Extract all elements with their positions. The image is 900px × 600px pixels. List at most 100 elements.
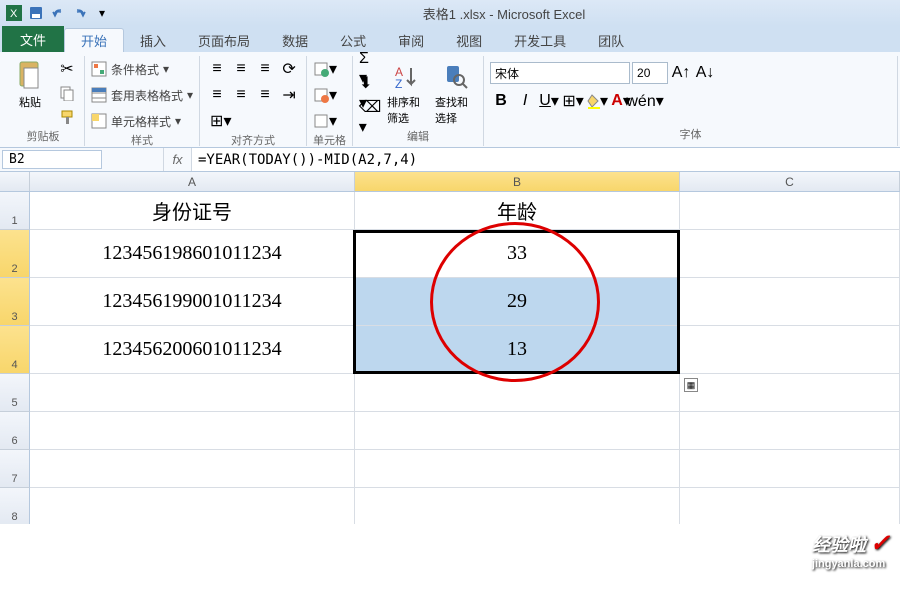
- row-header-3[interactable]: 3: [0, 278, 30, 326]
- row-header-8[interactable]: 8: [0, 488, 30, 524]
- row-header-7[interactable]: 7: [0, 450, 30, 488]
- editing-label: 编辑: [359, 128, 477, 146]
- italic-icon[interactable]: I: [514, 90, 536, 112]
- cell-B6[interactable]: [355, 412, 680, 450]
- group-cells: ▾ ▾ ▾ 单元格: [307, 56, 353, 146]
- excel-icon[interactable]: X: [4, 3, 24, 23]
- cell-A5[interactable]: [30, 374, 355, 412]
- row-header-1[interactable]: 1: [0, 192, 30, 230]
- table-format-button[interactable]: 套用表格格式 ▾: [91, 84, 193, 106]
- delete-cells-icon[interactable]: ▾: [313, 84, 337, 106]
- cell-A3[interactable]: 123456199001011234: [30, 278, 355, 326]
- ribbon-tabs: 文件 开始 插入 页面布局 数据 公式 审阅 视图 开发工具 团队: [0, 26, 900, 52]
- row-header-6[interactable]: 6: [0, 412, 30, 450]
- font-size-select[interactable]: [632, 62, 668, 84]
- ribbon: 粘贴 ✂ 剪贴板 条件格式 ▾ 套用表格格式 ▾ 单元格样式 ▾ 样式 ≡ ≡ …: [0, 52, 900, 148]
- copy-icon[interactable]: [56, 82, 78, 104]
- tab-view[interactable]: 视图: [440, 28, 498, 52]
- cut-icon[interactable]: ✂: [56, 58, 78, 80]
- border-icon[interactable]: ⊞▾: [562, 90, 584, 112]
- align-middle-icon[interactable]: ≡: [230, 58, 252, 80]
- tab-review[interactable]: 审阅: [382, 28, 440, 52]
- tab-page-layout[interactable]: 页面布局: [182, 28, 266, 52]
- cell-C5[interactable]: [680, 374, 900, 412]
- fill-handle-icon[interactable]: ▦: [684, 378, 698, 392]
- formula-bar: B2 fx: [0, 148, 900, 172]
- group-clipboard: 粘贴 ✂ 剪贴板: [2, 56, 85, 146]
- cell-A4[interactable]: 123456200601011234: [30, 326, 355, 374]
- tab-formulas[interactable]: 公式: [324, 28, 382, 52]
- row-header-5[interactable]: 5: [0, 374, 30, 412]
- find-select-button[interactable]: 查找和选择: [433, 58, 477, 128]
- font-name-select[interactable]: [490, 62, 630, 84]
- cell-B8[interactable]: [355, 488, 680, 524]
- row-header-4[interactable]: 4: [0, 326, 30, 374]
- font-label: 字体: [490, 126, 891, 144]
- col-header-A[interactable]: A: [30, 172, 355, 191]
- conditional-format-button[interactable]: 条件格式 ▾: [91, 58, 169, 80]
- cell-A7[interactable]: [30, 450, 355, 488]
- cell-C8[interactable]: [680, 488, 900, 524]
- align-right-icon[interactable]: ≡: [254, 84, 276, 106]
- shrink-font-icon[interactable]: A↓: [694, 62, 716, 84]
- orientation-icon[interactable]: ⟳: [278, 58, 300, 80]
- column-headers: A B C: [0, 172, 900, 192]
- tab-data[interactable]: 数据: [266, 28, 324, 52]
- bold-icon[interactable]: B: [490, 90, 512, 112]
- align-bottom-icon[interactable]: ≡: [254, 58, 276, 80]
- sort-filter-icon: AZ: [391, 60, 423, 92]
- cell-A1[interactable]: 身份证号: [30, 192, 355, 230]
- format-cells-icon[interactable]: ▾: [313, 110, 337, 132]
- select-all-button[interactable]: [0, 172, 30, 191]
- cell-B5[interactable]: [355, 374, 680, 412]
- align-left-icon[interactable]: ≡: [206, 84, 228, 106]
- clear-icon[interactable]: ⌫ ▾: [359, 106, 381, 128]
- tab-home[interactable]: 开始: [64, 28, 124, 52]
- paste-button[interactable]: 粘贴: [8, 58, 52, 112]
- cell-B7[interactable]: [355, 450, 680, 488]
- cell-B3[interactable]: 29: [355, 278, 680, 326]
- sort-filter-button[interactable]: AZ 排序和筛选: [385, 58, 429, 128]
- row-header-2[interactable]: 2: [0, 230, 30, 278]
- cell-B2[interactable]: 33: [355, 230, 680, 278]
- tab-insert[interactable]: 插入: [124, 28, 182, 52]
- cell-A2[interactable]: 123456198601011234: [30, 230, 355, 278]
- insert-cells-icon[interactable]: ▾: [313, 58, 337, 80]
- align-center-icon[interactable]: ≡: [230, 84, 252, 106]
- cell-styles-button[interactable]: 单元格样式 ▾: [91, 110, 181, 132]
- merge-icon[interactable]: ⊞▾: [206, 110, 235, 132]
- tab-developer[interactable]: 开发工具: [498, 28, 582, 52]
- cell-C1[interactable]: [680, 192, 900, 230]
- redo-icon[interactable]: [70, 3, 90, 23]
- cell-C6[interactable]: [680, 412, 900, 450]
- underline-icon[interactable]: U▾: [538, 90, 560, 112]
- grow-font-icon[interactable]: A↑: [670, 62, 692, 84]
- worksheet: A B C 1 身份证号 年龄 2 123456198601011234 33 …: [0, 172, 900, 524]
- quick-access-toolbar: X ▾: [4, 3, 112, 23]
- indent-icon[interactable]: ⇥: [278, 84, 300, 106]
- tab-file[interactable]: 文件: [2, 26, 64, 52]
- align-top-icon[interactable]: ≡: [206, 58, 228, 80]
- phonetic-icon[interactable]: wén▾: [634, 90, 656, 112]
- tab-team[interactable]: 团队: [582, 28, 640, 52]
- col-header-C[interactable]: C: [680, 172, 900, 191]
- window-title: 表格1 .xlsx - Microsoft Excel: [112, 4, 896, 23]
- name-box[interactable]: B2: [2, 150, 102, 169]
- clipboard-label: 剪贴板: [8, 128, 78, 146]
- cell-B4[interactable]: 13: [355, 326, 680, 374]
- fill-color-icon[interactable]: ▾: [586, 90, 608, 112]
- undo-icon[interactable]: [48, 3, 68, 23]
- fx-icon[interactable]: fx: [164, 148, 192, 171]
- cell-C4[interactable]: [680, 326, 900, 374]
- cell-A6[interactable]: [30, 412, 355, 450]
- col-header-B[interactable]: B: [355, 172, 680, 191]
- formula-input[interactable]: [192, 148, 900, 171]
- save-icon[interactable]: [26, 3, 46, 23]
- cell-C2[interactable]: [680, 230, 900, 278]
- cell-A8[interactable]: [30, 488, 355, 524]
- format-painter-icon[interactable]: [56, 106, 78, 128]
- cell-C3[interactable]: [680, 278, 900, 326]
- cell-B1[interactable]: 年龄: [355, 192, 680, 230]
- cell-C7[interactable]: [680, 450, 900, 488]
- qat-dropdown-icon[interactable]: ▾: [92, 3, 112, 23]
